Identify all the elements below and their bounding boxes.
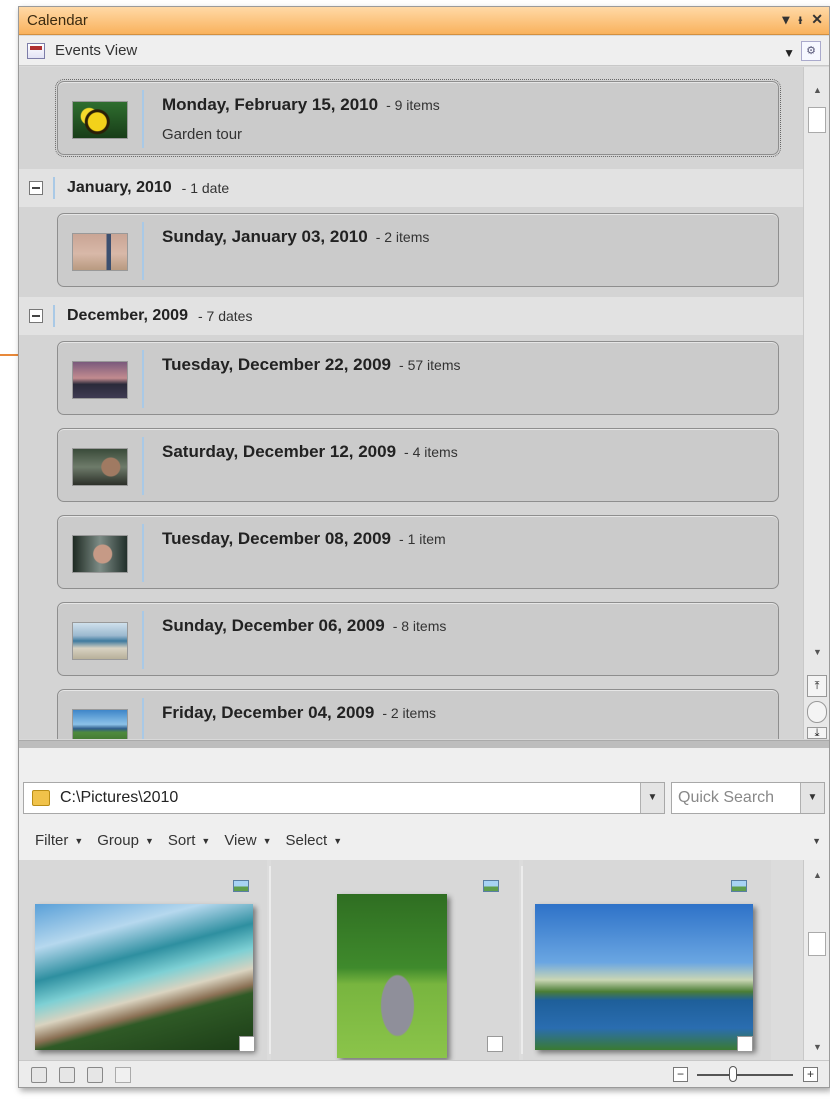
group-title: December, 2009 (67, 307, 188, 324)
event-title: Garden tour (162, 126, 243, 143)
pin-icon[interactable]: ᵼ (798, 11, 802, 28)
scroll-bottom-icon[interactable]: ⤓ (807, 727, 827, 739)
thumbnail-tile[interactable] (19, 860, 267, 1060)
thumbnail-tile[interactable] (271, 860, 519, 1060)
scroll-top-icon[interactable]: ⤒ (807, 675, 827, 697)
scroll-down-icon[interactable]: ▼ (813, 1042, 822, 1052)
event-thumbnail (72, 101, 128, 139)
event-thumbnail (72, 448, 128, 486)
scroll-down-icon[interactable]: ▼ (813, 647, 822, 657)
view-menu[interactable]: View ▼ (224, 832, 271, 849)
group-header-december-2009[interactable]: December, 2009 - 7 dates (19, 297, 803, 335)
event-card[interactable]: Tuesday, December 22, 2009- 57 items (57, 341, 779, 415)
landscape-photo (35, 904, 253, 1050)
select-checkbox[interactable] (737, 1036, 753, 1052)
folder-path-field[interactable]: C:\Pictures\2010 ▼ (23, 782, 665, 814)
event-date: Friday, December 04, 2009- 2 items (162, 703, 436, 722)
event-date: Sunday, December 06, 2009- 8 items (162, 616, 447, 635)
scroll-up-icon[interactable]: ▲ (813, 870, 822, 880)
view-selector[interactable]: Events View ▼ ⚙ (19, 36, 829, 66)
collapse-icon[interactable] (29, 309, 43, 323)
event-item-count: - 8 items (392, 618, 447, 634)
image-type-icon (483, 880, 499, 892)
panel-title: Calendar (27, 12, 88, 29)
search-placeholder: Quick Search (678, 789, 775, 806)
sort-menu[interactable]: Sort ▼ (168, 832, 210, 849)
event-item-count: - 4 items (404, 444, 458, 460)
events-view-icon (27, 42, 45, 59)
event-item-count: - 57 items (399, 357, 461, 373)
event-date: Saturday, December 12, 2009- 4 items (162, 442, 458, 461)
event-date: Sunday, January 03, 2010- 2 items (162, 227, 430, 246)
gallery-scrollbar[interactable]: ▲ ▼ (803, 860, 829, 1060)
status-bar: − + (19, 1060, 829, 1087)
event-thumbnail (72, 709, 128, 739)
layout-icon[interactable] (115, 1067, 131, 1083)
event-item-count: - 1 item (399, 531, 446, 547)
select-checkbox[interactable] (239, 1036, 255, 1052)
settings-button[interactable]: ⚙ (801, 41, 821, 61)
zoom-slider-handle[interactable] (729, 1066, 737, 1082)
dropdown-arrow-icon[interactable]: ▾ (782, 11, 789, 28)
event-card[interactable]: Friday, December 04, 2009- 2 items (57, 689, 779, 739)
event-item-count: - 9 items (386, 97, 440, 113)
event-card[interactable]: Saturday, December 12, 2009- 4 items (57, 428, 779, 502)
chevron-down-icon[interactable]: ▼ (800, 783, 824, 813)
calendar-panel: Calendar ▾ ᵼ ✕ Events View ▼ ⚙ Monday, F… (18, 6, 830, 1088)
close-icon[interactable]: ✕ (811, 11, 823, 28)
select-checkbox[interactable] (487, 1036, 503, 1052)
chevron-down-icon[interactable]: ▼ (640, 783, 664, 813)
group-menu[interactable]: Group ▼ (97, 832, 154, 849)
quick-search-input[interactable]: Quick Search ▼ (671, 782, 825, 814)
event-card[interactable]: Sunday, December 06, 2009- 8 items (57, 602, 779, 676)
event-thumbnail (72, 233, 128, 271)
event-thumbnail (72, 361, 128, 399)
filter-menu[interactable]: Filter ▼ (35, 832, 83, 849)
event-item-count: - 2 items (382, 705, 436, 721)
bay-photo (535, 904, 753, 1050)
goat-photo (337, 894, 447, 1058)
event-card[interactable]: Monday, February 15, 2010- 9 items Garde… (55, 79, 781, 157)
event-card[interactable]: Sunday, January 03, 2010- 2 items (57, 213, 779, 287)
event-card[interactable]: Tuesday, December 08, 2009- 1 item (57, 515, 779, 589)
scrollbar-thumb[interactable] (808, 107, 826, 133)
scroll-up-icon[interactable]: ▲ (813, 85, 822, 95)
rotate-ccw-icon[interactable] (87, 1067, 103, 1083)
group-title: January, 2010 (67, 179, 172, 196)
zoom-slider-track[interactable] (697, 1074, 793, 1076)
event-thumbnail (72, 622, 128, 660)
view-selector-label: Events View (55, 42, 138, 59)
events-scrollbar[interactable]: ▲ ▼ ⤒ ⤓ (803, 67, 829, 739)
group-date-count: - 7 dates (197, 308, 253, 324)
thumbnail-tile[interactable] (523, 860, 771, 1060)
folder-icon (32, 790, 50, 806)
rotate-left-icon[interactable] (31, 1067, 47, 1083)
group-header-january-2010[interactable]: January, 2010 - 1 date (19, 169, 803, 207)
overflow-icon[interactable]: ▼ (812, 836, 821, 846)
browser-toolbar: Filter ▼ Group ▼ Sort ▼ View ▼ Select ▼ ▼ (19, 820, 829, 860)
event-thumbnail (72, 535, 128, 573)
events-list: Monday, February 15, 2010- 9 items Garde… (19, 67, 803, 739)
image-type-icon (233, 880, 249, 892)
event-date: Tuesday, December 08, 2009- 1 item (162, 529, 446, 548)
image-type-icon (731, 880, 747, 892)
zoom-in-icon[interactable]: + (803, 1067, 818, 1082)
group-date-count: - 1 date (181, 180, 230, 196)
event-item-count: - 2 items (375, 229, 430, 245)
folder-path: C:\Pictures\2010 (60, 789, 179, 806)
event-date: Monday, February 15, 2010- 9 items (162, 95, 440, 114)
event-date: Tuesday, December 22, 2009- 57 items (162, 355, 461, 374)
panel-titlebar: Calendar ▾ ᵼ ✕ (19, 7, 829, 35)
zoom-out-icon[interactable]: − (673, 1067, 688, 1082)
scrollbar-thumb[interactable] (808, 932, 826, 956)
browser-pathbar: C:\Pictures\2010 ▼ Quick Search ▼ (19, 748, 829, 820)
collapse-icon[interactable] (29, 181, 43, 195)
chevron-down-icon[interactable]: ▼ (783, 46, 795, 60)
scroll-center-icon[interactable] (807, 701, 827, 723)
select-menu[interactable]: Select ▼ (286, 832, 343, 849)
thumbnail-gallery (19, 860, 803, 1060)
rotate-cw-icon[interactable] (59, 1067, 75, 1083)
pane-splitter[interactable] (19, 740, 829, 748)
